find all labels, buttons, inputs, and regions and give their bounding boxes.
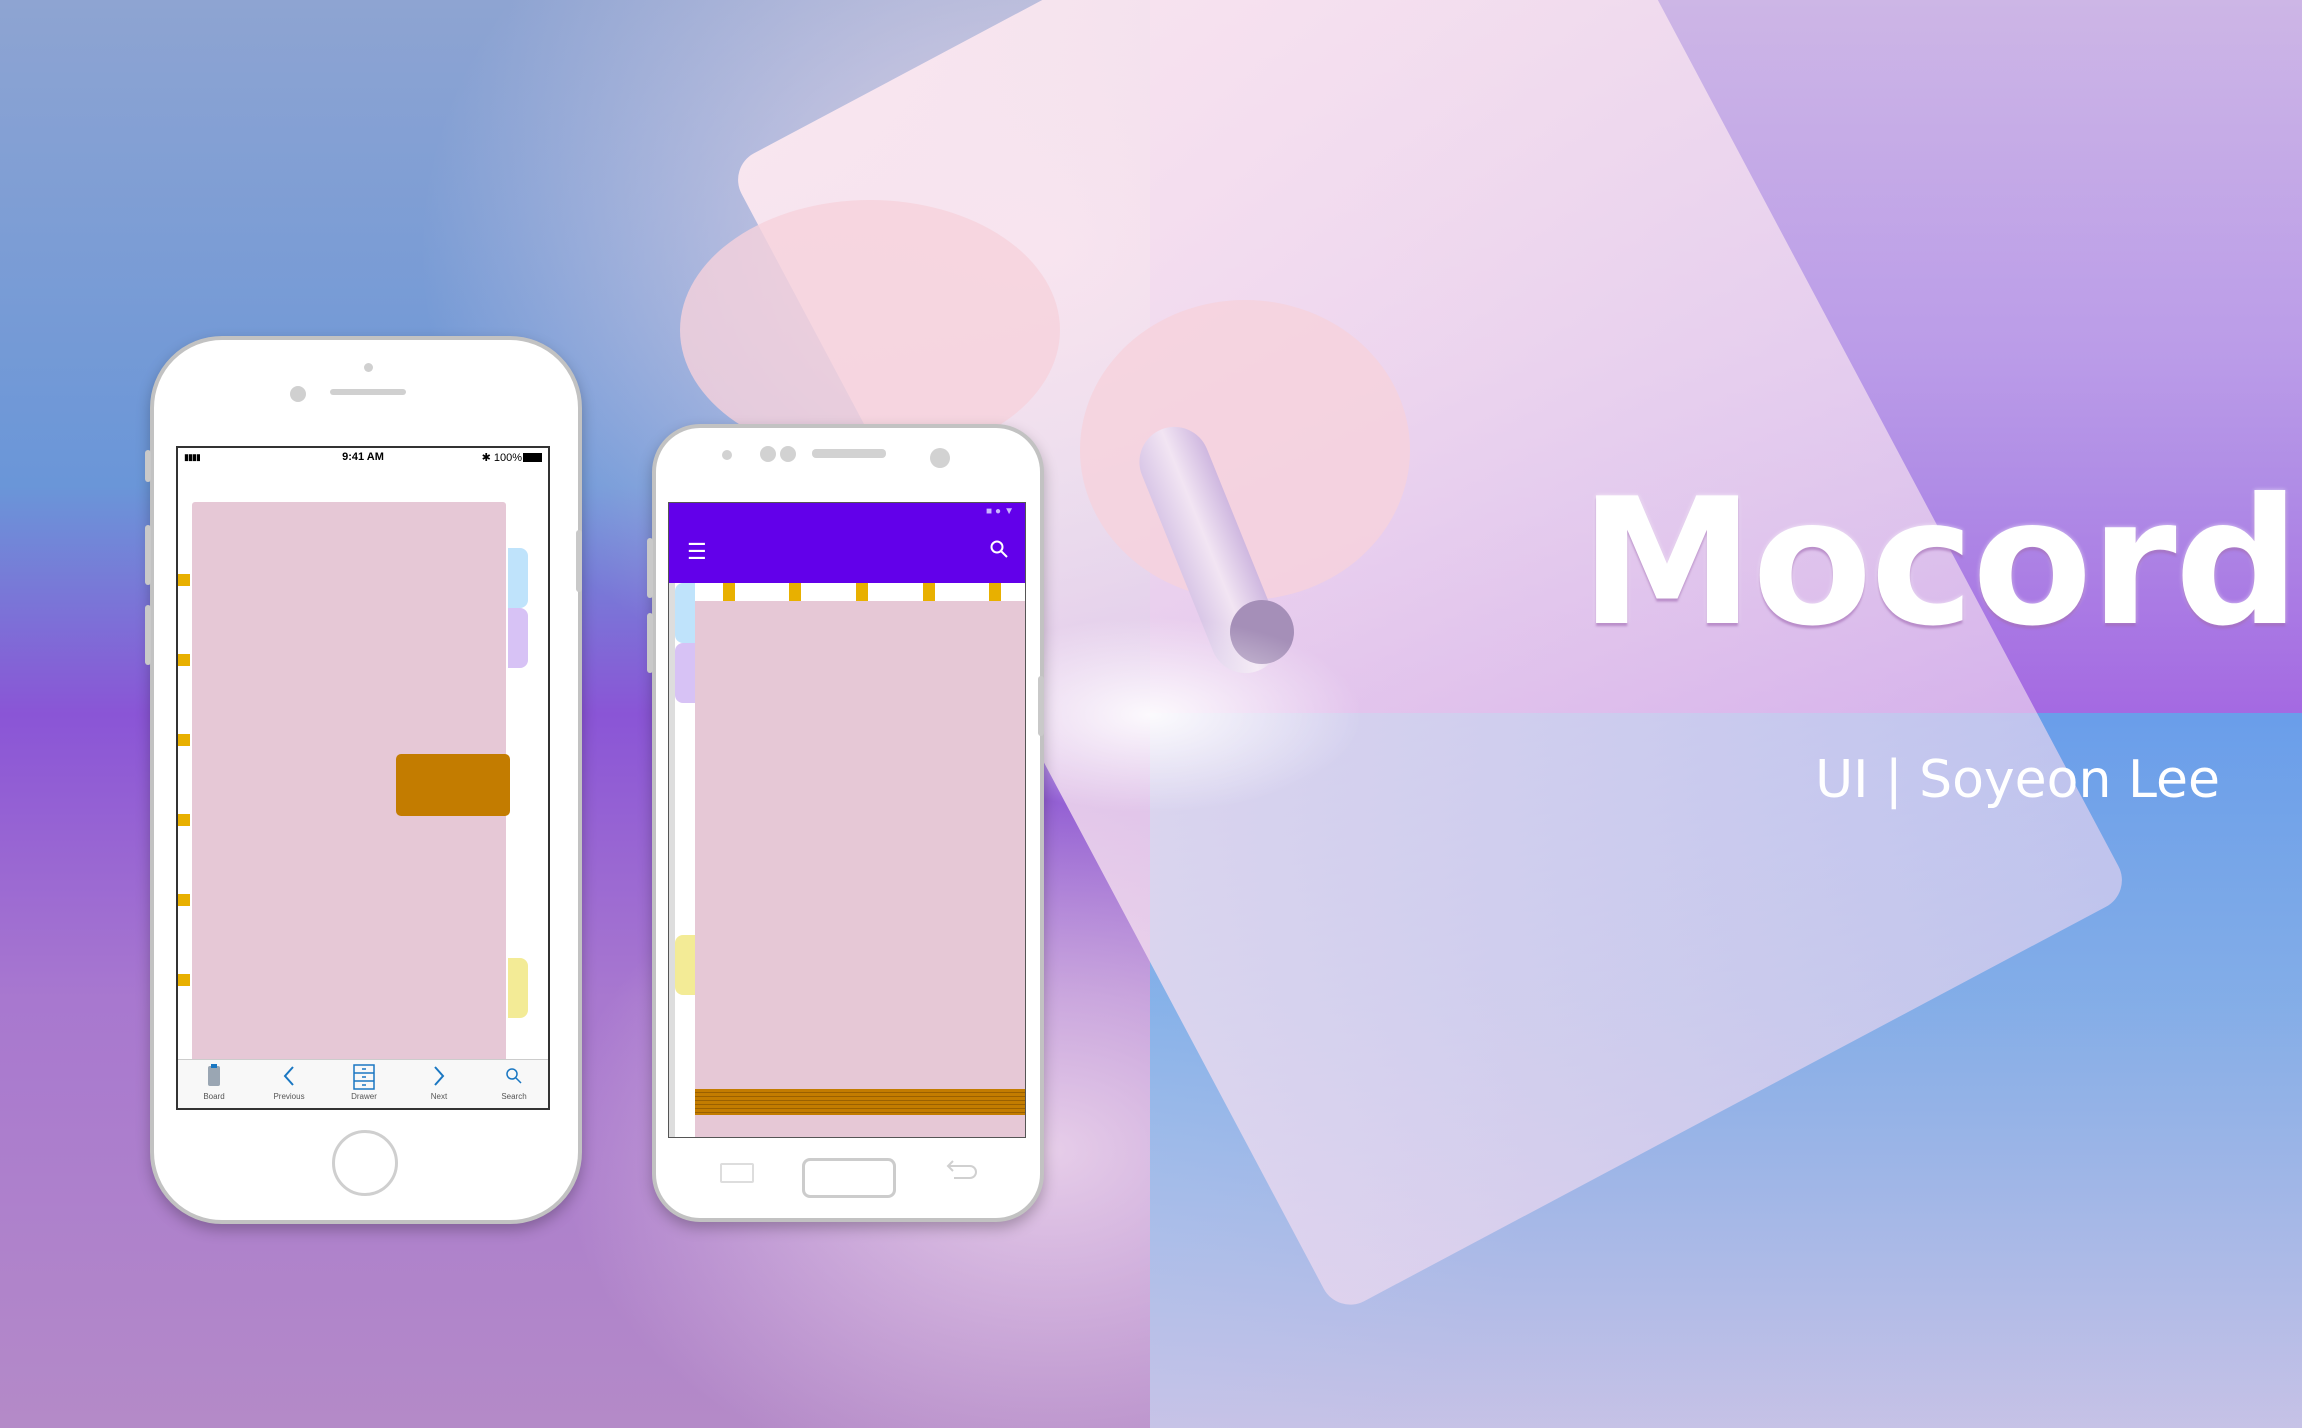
notebook-page[interactable] — [695, 601, 1025, 1137]
android-power-button — [1038, 676, 1044, 736]
index-tab-blue[interactable] — [675, 583, 695, 643]
tab-label: Drawer — [351, 1092, 377, 1101]
binder-ring — [989, 583, 1001, 601]
tab-label: Previous — [273, 1092, 305, 1101]
index-tab-purple[interactable] — [675, 643, 695, 703]
binder-ring — [723, 583, 735, 601]
app-subtitle: UI | Soyeon Lee — [1815, 750, 2220, 810]
binder-ring — [856, 583, 868, 601]
tab-previous[interactable]: Previous — [259, 1064, 319, 1101]
search-icon — [484, 1064, 544, 1092]
iphone-mockup: ▮▮▮▮ 9:41 AM ✱ 100% Board Previous Drawe… — [145, 336, 582, 1224]
android-sensor — [722, 450, 732, 460]
android-volume-button — [647, 613, 653, 673]
android-screen: ■●▼ ☰ — [668, 502, 1026, 1138]
index-tab-blue[interactable] — [508, 548, 528, 608]
back-icon[interactable] — [944, 1158, 980, 1184]
tab-label: Board — [203, 1092, 225, 1101]
search-icon[interactable] — [989, 539, 1009, 565]
android-status-bar: ■●▼ — [669, 503, 1025, 523]
drawer-icon — [334, 1064, 394, 1092]
android-volume-button — [647, 538, 653, 598]
android-app-bar: ☰ — [669, 523, 1025, 583]
binder-ring — [178, 574, 190, 586]
recent-apps-button[interactable] — [720, 1163, 754, 1183]
android-speaker — [812, 449, 886, 458]
android-home-button[interactable] — [802, 1158, 896, 1198]
battery-icon — [523, 453, 542, 462]
bookmark-strap[interactable] — [396, 754, 510, 816]
android-sensor — [780, 446, 796, 462]
iphone-sensor — [364, 363, 373, 372]
binder-ring — [178, 654, 190, 666]
iphone-speaker — [330, 389, 406, 395]
bg-hand-left — [680, 200, 1060, 460]
binder-ring — [923, 583, 935, 601]
index-tab-yellow[interactable] — [508, 958, 528, 1018]
tab-label: Next — [430, 1092, 448, 1101]
iphone-camera — [290, 386, 306, 402]
android-mockup: ■●▼ ☰ — [647, 424, 1044, 1222]
binder-ring — [178, 734, 190, 746]
iphone-volume-down — [145, 605, 151, 665]
tab-drawer[interactable]: Drawer — [334, 1064, 394, 1101]
binder-ring — [178, 974, 190, 986]
binder-ring — [789, 583, 801, 601]
iphone-power-button — [576, 530, 582, 592]
chevron-left-icon — [259, 1064, 319, 1092]
iphone-screen: ▮▮▮▮ 9:41 AM ✱ 100% Board Previous Drawe… — [176, 446, 550, 1110]
iphone-mute-switch — [145, 450, 151, 482]
board-icon — [184, 1064, 244, 1092]
iphone-volume-up — [145, 525, 151, 585]
index-tab-purple[interactable] — [508, 608, 528, 668]
tab-board[interactable]: Board — [184, 1064, 244, 1101]
chevron-right-icon — [409, 1064, 469, 1092]
tab-label: Search — [501, 1092, 527, 1101]
ios-tab-bar: Board Previous Drawer Next Search — [178, 1059, 548, 1108]
battery-text: ✱ 100% — [481, 452, 522, 464]
binder-ring — [178, 894, 190, 906]
bookmark-strap[interactable] — [695, 1089, 1025, 1115]
ios-status-bar: ▮▮▮▮ 9:41 AM ✱ 100% — [178, 448, 548, 466]
android-sensor — [760, 446, 776, 462]
tab-search[interactable]: Search — [484, 1064, 544, 1101]
tab-next[interactable]: Next — [409, 1064, 469, 1101]
app-title: Mocord — [1580, 462, 2300, 665]
binder-ring — [178, 814, 190, 826]
android-camera — [930, 448, 950, 468]
status-icons: ■●▼ — [986, 506, 1017, 517]
iphone-home-button[interactable] — [332, 1130, 398, 1196]
index-tab-yellow[interactable] — [675, 935, 695, 995]
hamburger-menu-icon[interactable]: ☰ — [687, 541, 707, 563]
